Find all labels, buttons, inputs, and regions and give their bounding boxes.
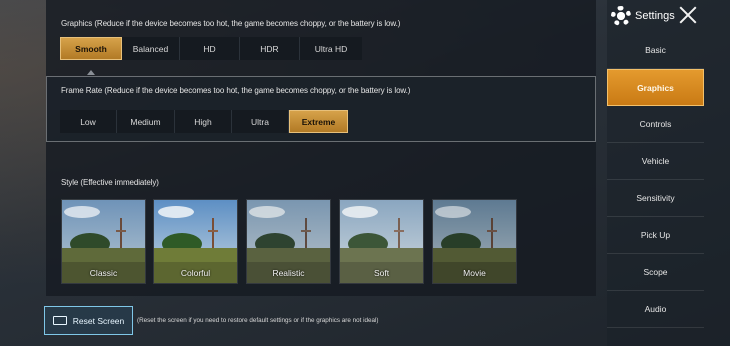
graphics-option-hdr[interactable]: HDR — [240, 37, 300, 60]
style-label: Style (Effective immediately) — [61, 178, 159, 187]
sidebar-item-vehicle[interactable]: Vehicle — [607, 143, 704, 180]
frame-rate-option-extreme[interactable]: Extreme — [289, 110, 348, 133]
frame-rate-option-high[interactable]: High — [175, 110, 232, 133]
style-option-colorful[interactable]: Colorful — [153, 199, 238, 284]
sidebar-item-basic[interactable]: Basic — [607, 32, 704, 69]
sidebar-item-scope[interactable]: Scope — [607, 254, 704, 291]
sidebar-item-audio[interactable]: Audio — [607, 291, 704, 328]
graphics-option-ultra-hd[interactable]: Ultra HD — [300, 37, 362, 60]
style-option-label: Soft — [373, 268, 390, 278]
settings-title: Settings — [635, 10, 675, 22]
graphics-option-hd[interactable]: HD — [180, 37, 240, 60]
reset-screen-button[interactable]: Reset Screen — [44, 306, 133, 335]
frame-rate-option-low[interactable]: Low — [60, 110, 117, 133]
style-option-movie[interactable]: Movie — [432, 199, 517, 284]
sidebar-item-sensitivity[interactable]: Sensitivity — [607, 180, 704, 217]
reset-screen-label: Reset Screen — [72, 315, 125, 326]
style-option-label: Realistic — [272, 268, 305, 278]
frame-rate-option-medium[interactable]: Medium — [117, 110, 175, 133]
close-icon[interactable] — [678, 5, 698, 25]
sidebar-item-graphics[interactable]: Graphics — [607, 69, 704, 106]
style-option-label: Colorful — [180, 268, 211, 278]
graphics-option-smooth[interactable]: Smooth — [60, 37, 122, 60]
graphics-label: Graphics (Reduce if the device becomes t… — [61, 19, 401, 28]
style-option-classic[interactable]: Classic — [61, 199, 146, 284]
frame-rate-option-ultra[interactable]: Ultra — [232, 110, 289, 133]
style-option-realistic[interactable]: Realistic — [246, 199, 331, 284]
screen-icon — [52, 316, 67, 325]
style-option-label: Classic — [89, 268, 118, 278]
style-option-soft[interactable]: Soft — [339, 199, 424, 284]
style-option-label: Movie — [463, 268, 486, 278]
gear-icon — [611, 6, 631, 26]
selection-caret-icon — [87, 70, 95, 75]
sidebar-item-controls[interactable]: Controls — [607, 106, 704, 143]
reset-screen-note: (Reset the screen if you need to restore… — [137, 317, 379, 324]
sidebar-item-pick-up[interactable]: Pick Up — [607, 217, 704, 254]
graphics-option-balanced[interactable]: Balanced — [122, 37, 180, 60]
graphics-quality-selector: Smooth Balanced HD HDR Ultra HD — [60, 37, 362, 60]
frame-rate-selector: Low Medium High Ultra Extreme — [60, 110, 348, 133]
frame-rate-label: Frame Rate (Reduce if the device becomes… — [61, 86, 411, 95]
